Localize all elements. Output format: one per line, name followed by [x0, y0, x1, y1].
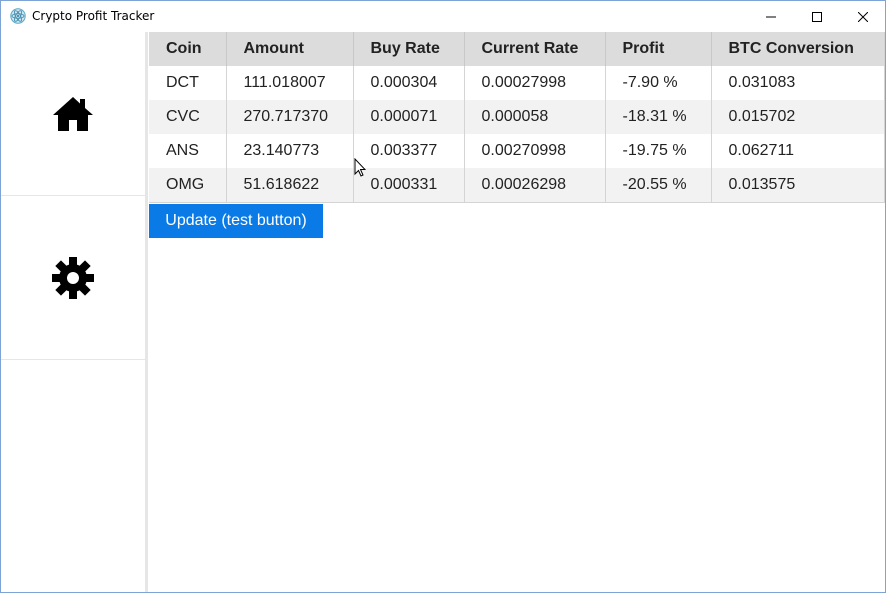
cell-current-rate: 0.00027998 [464, 66, 606, 100]
cell-current-rate: 0.000058 [464, 100, 606, 134]
main-content: Coin Amount Buy Rate Current Rate Profit… [148, 32, 885, 592]
gear-icon [52, 256, 94, 299]
cell-current-rate: 0.00026298 [464, 168, 606, 203]
cell-btc-conversion: 0.015702 [711, 100, 885, 134]
update-button[interactable]: Update (test button) [149, 204, 323, 238]
sidebar [1, 32, 145, 592]
cell-coin: ANS [149, 134, 227, 168]
cell-btc-conversion: 0.013575 [711, 168, 885, 203]
cell-btc-conversion: 0.031083 [711, 66, 885, 100]
cell-amount: 111.018007 [226, 66, 354, 100]
column-header-current-rate[interactable]: Current Rate [464, 32, 606, 66]
table-header-row: Coin Amount Buy Rate Current Rate Profit… [149, 32, 885, 66]
cell-current-rate: 0.00270998 [464, 134, 606, 168]
sidebar-item-home[interactable] [1, 32, 145, 196]
minimize-icon [766, 16, 776, 17]
title-bar[interactable]: Crypto Profit Tracker [1, 1, 885, 32]
cell-profit: -19.75 % [605, 134, 712, 168]
app-logo-icon [10, 8, 26, 24]
cell-buy-rate: 0.000331 [353, 168, 465, 203]
column-header-btc-conversion[interactable]: BTC Conversion [711, 32, 885, 66]
cell-profit: -18.31 % [605, 100, 712, 134]
column-header-amount[interactable]: Amount [226, 32, 354, 66]
cell-coin: CVC [149, 100, 227, 134]
cell-amount: 270.717370 [226, 100, 354, 134]
window-title: Crypto Profit Tracker [32, 9, 155, 23]
maximize-button[interactable] [794, 1, 840, 32]
cell-coin: DCT [149, 66, 227, 100]
column-header-profit[interactable]: Profit [605, 32, 712, 66]
table-row[interactable]: OMG 51.618622 0.000331 0.00026298 -20.55… [149, 168, 885, 203]
column-header-buy-rate[interactable]: Buy Rate [353, 32, 465, 66]
cell-buy-rate: 0.000071 [353, 100, 465, 134]
close-button[interactable] [840, 1, 885, 32]
cell-buy-rate: 0.003377 [353, 134, 465, 168]
minimize-button[interactable] [748, 1, 794, 32]
home-icon [53, 96, 93, 131]
cell-btc-conversion: 0.062711 [711, 134, 885, 168]
sidebar-item-settings[interactable] [1, 196, 145, 360]
app-window: Crypto Profit Tracker Coin Amount Buy Ra… [0, 0, 886, 593]
maximize-icon [812, 11, 822, 22]
cell-amount: 23.140773 [226, 134, 354, 168]
cell-profit: -7.90 % [605, 66, 712, 100]
cell-profit: -20.55 % [605, 168, 712, 203]
cell-coin: OMG [149, 168, 227, 203]
mouse-pointer-icon [354, 158, 366, 177]
table-row[interactable]: DCT 111.018007 0.000304 0.00027998 -7.90… [149, 66, 885, 100]
close-icon [858, 11, 868, 22]
cell-amount: 51.618622 [226, 168, 354, 203]
table-row[interactable]: ANS 23.140773 0.003377 0.00270998 -19.75… [149, 134, 885, 168]
coin-table: Coin Amount Buy Rate Current Rate Profit… [149, 32, 885, 203]
column-header-coin[interactable]: Coin [149, 32, 227, 66]
table-row[interactable]: CVC 270.717370 0.000071 0.000058 -18.31 … [149, 100, 885, 134]
cell-buy-rate: 0.000304 [353, 66, 465, 100]
